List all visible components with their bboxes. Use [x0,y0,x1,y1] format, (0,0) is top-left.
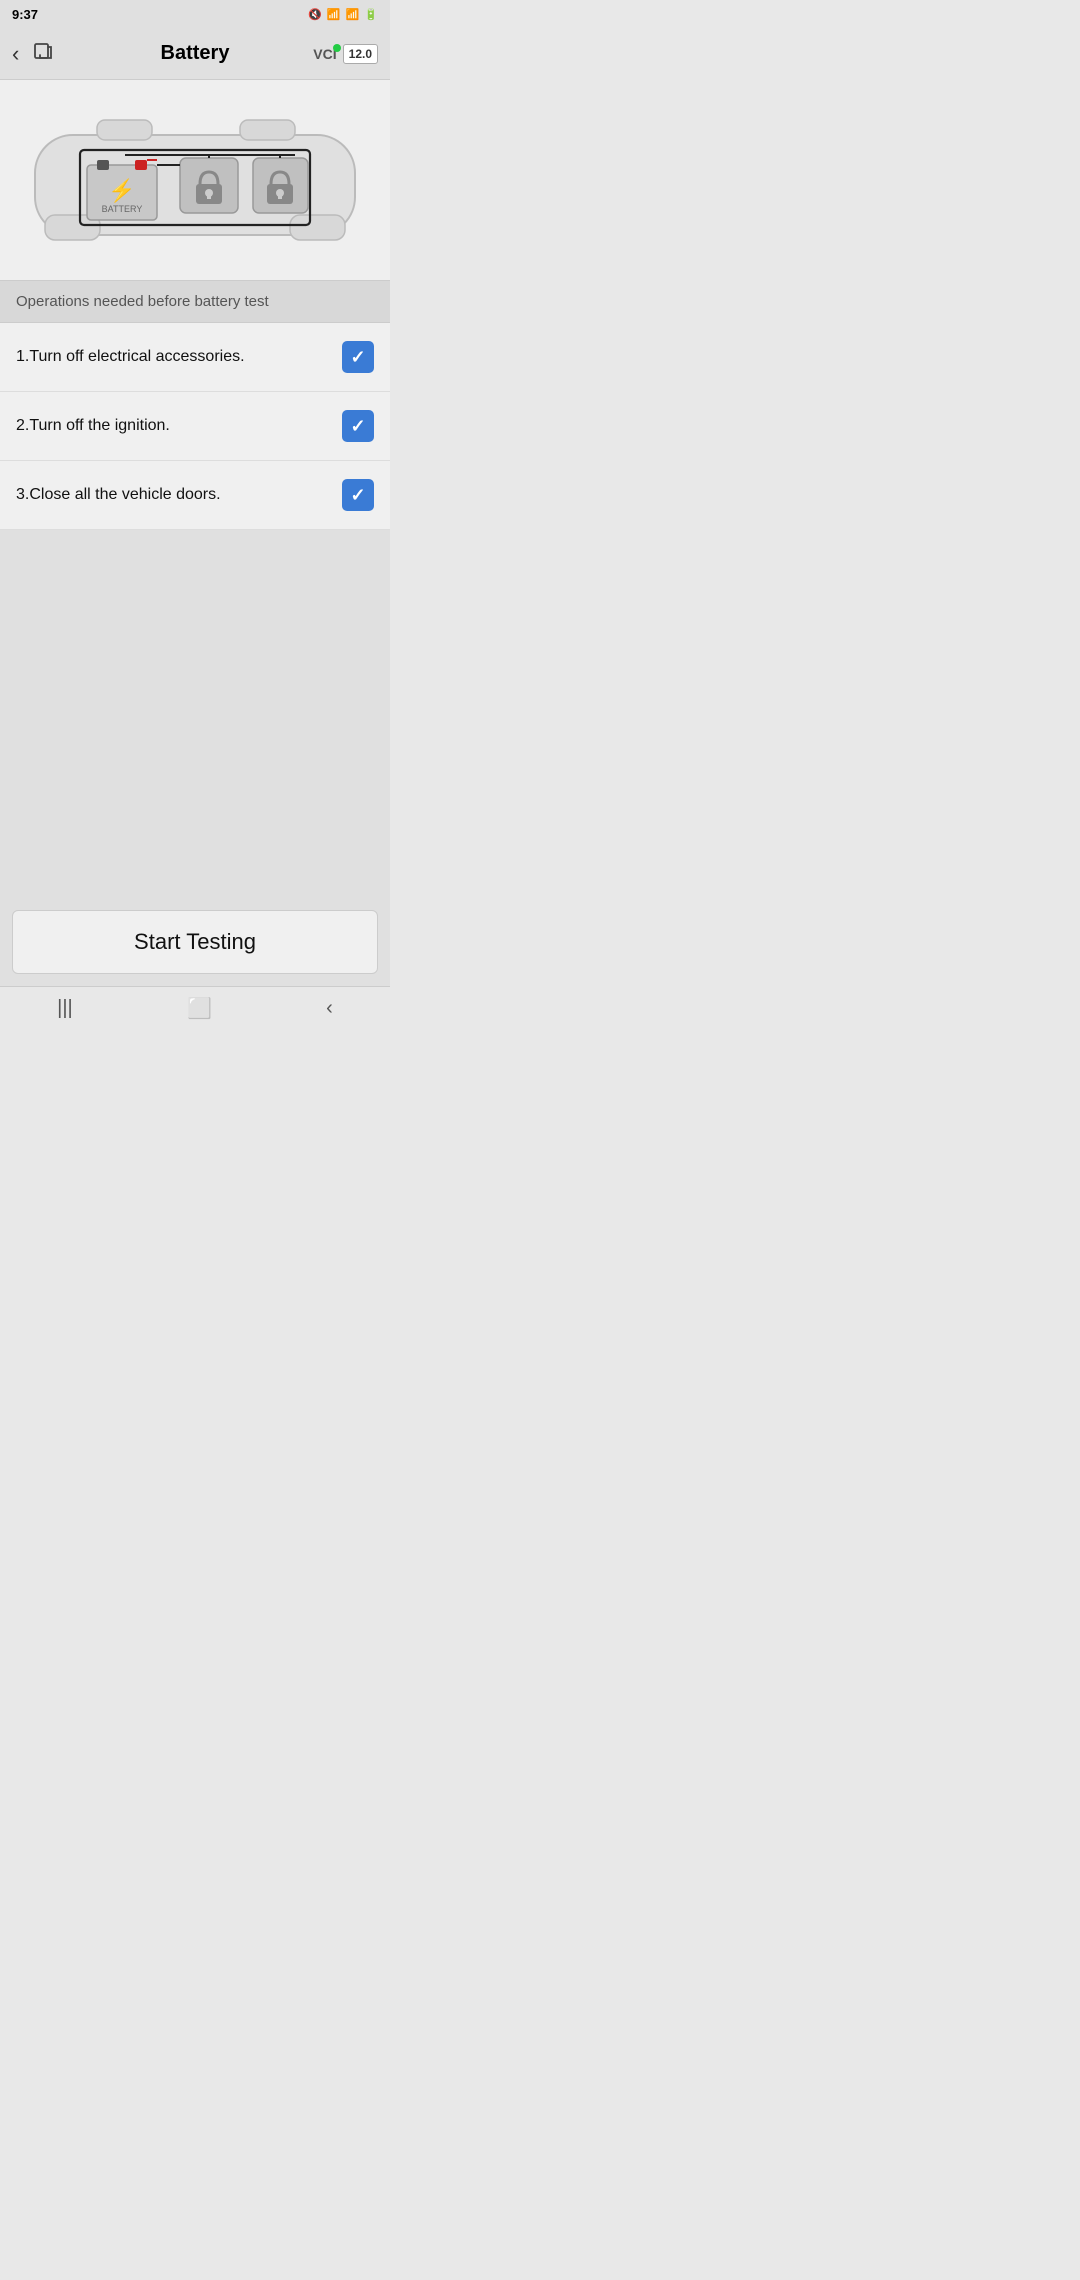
wifi-icon: 📶 [327,8,341,21]
vci-connected-dot [333,44,341,52]
main-content: ⚡ BATTERY [0,80,390,986]
toolbar-right: VCI 12.0 [313,44,378,64]
section-header: Operations needed before battery test [0,280,390,323]
checklist-item-1: 1.Turn off electrical accessories. [0,323,390,392]
nav-menu-button[interactable]: ||| [37,989,93,1028]
status-time: 9:37 [12,7,38,22]
status-bar: 9:37 🔇 📶 📶 🔋 [0,0,390,28]
toolbar: ‹ Battery VCI 12.0 [0,28,390,80]
bottom-nav: ||| ⬜ ‹ [0,986,390,1034]
status-icons: 🔇 📶 📶 🔋 [308,8,378,21]
version-badge: 12.0 [343,44,378,64]
checkbox-3[interactable] [342,479,374,511]
checklist-text-2: 2.Turn off the ignition. [16,417,342,435]
signal-icon: 📶 [346,8,360,21]
svg-text:BATTERY: BATTERY [102,204,143,214]
bottom-area: Start Testing [0,910,390,986]
mute-icon: 🔇 [308,8,322,21]
checkbox-2[interactable] [342,410,374,442]
vci-badge: VCI [313,46,336,62]
section-header-text: Operations needed before battery test [16,293,269,310]
checklist-item-2: 2.Turn off the ignition. [0,392,390,461]
svg-text:⚡: ⚡ [108,178,135,204]
toolbar-left: ‹ [12,40,55,68]
car-diagram: ⚡ BATTERY [0,80,390,280]
start-testing-button[interactable]: Start Testing [12,910,378,974]
vci-label: VCI [313,46,336,62]
checklist-container: 1.Turn off electrical accessories. 2.Tur… [0,323,390,530]
page-wrapper: 9:37 🔇 📶 📶 🔋 ‹ Battery VCI [0,0,390,1034]
page-title: Battery [161,42,230,65]
checklist-text-1: 1.Turn off electrical accessories. [16,348,342,366]
car-diagram-svg: ⚡ BATTERY [25,100,365,260]
checklist-text-3: 3.Close all the vehicle doors. [16,486,342,504]
export-button[interactable] [33,40,55,68]
checkbox-1[interactable] [342,341,374,373]
back-button[interactable]: ‹ [12,41,19,67]
battery-status-icon: 🔋 [364,8,378,21]
content-empty-area [0,530,390,910]
nav-back-button[interactable]: ‹ [306,989,353,1028]
nav-home-button[interactable]: ⬜ [167,988,232,1029]
checklist-item-3: 3.Close all the vehicle doors. [0,461,390,530]
